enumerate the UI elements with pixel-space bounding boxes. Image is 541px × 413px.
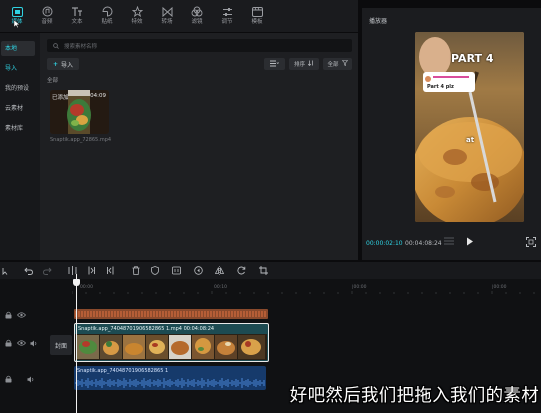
total-time: 00:04:08:24 — [405, 240, 442, 247]
mouse-cursor-icon — [13, 19, 21, 30]
search-placeholder: 搜索素材名称 — [64, 43, 98, 50]
fullscreen-icon[interactable] — [526, 237, 536, 247]
tool-transition[interactable]: 转场 — [152, 1, 182, 31]
tool-filter[interactable]: 滤镜 — [182, 1, 212, 31]
player-panel: 播放器 PART 4 Part 4 plz at 00:00:02:10 00:… — [362, 8, 541, 260]
transition-icon — [161, 6, 173, 17]
ruler-tick-label: 00:00 — [80, 285, 93, 290]
added-badge: 已添加 — [52, 95, 69, 101]
grid-view-icon — [270, 60, 280, 69]
timeline-toolbar — [0, 262, 541, 279]
player-title: 播放器 — [369, 18, 388, 25]
funnel-icon — [341, 60, 348, 68]
ruler-ticks — [72, 291, 535, 294]
template-icon — [251, 6, 263, 18]
effect-clip-fill — [74, 309, 268, 319]
nav-item-asset-library[interactable]: 素材库 — [1, 121, 35, 136]
plus-icon: + — [52, 60, 58, 68]
speaker-icon[interactable] — [29, 338, 39, 348]
video-overlay-comment: Part 4 plz — [427, 84, 454, 90]
video-preview[interactable]: PART 4 Part 4 plz at — [415, 32, 524, 222]
sort-button[interactable]: 排序 — [289, 58, 319, 70]
media-duration: 04:09 — [90, 93, 106, 99]
tool-audio[interactable]: 音频 — [32, 1, 62, 31]
text-icon — [71, 6, 83, 17]
media-filename: Snaptik.app_72865.mp4 — [50, 137, 112, 143]
media-icon — [11, 6, 23, 17]
ruler-tick-label: |00:00 — [492, 285, 507, 290]
tool-sticker[interactable]: 贴纸 — [92, 1, 122, 31]
video-overlay-title: PART 4 — [451, 52, 494, 65]
current-time: 00:00:02:10 — [366, 240, 403, 247]
lock-icon[interactable] — [3, 338, 13, 348]
trim-left-icon[interactable] — [86, 265, 97, 276]
video-subtitle-overlay: 好吧然后我们把拖入我们的素材 — [289, 386, 539, 406]
audio-icon — [41, 6, 53, 17]
track-header-effects — [0, 309, 48, 321]
media-toolbar: 媒体 音频 文本 贴纸 特效 转场 滤镜 调节 模板 — [0, 0, 358, 32]
freeze-frame-icon[interactable] — [171, 265, 182, 276]
media-source-nav: 本地 导入 我的预设 云素材 素材库 — [0, 33, 40, 260]
video-caption: at — [466, 136, 475, 144]
tool-text[interactable]: 文本 — [62, 1, 92, 31]
mirror-icon[interactable] — [214, 265, 225, 276]
rotate-icon[interactable] — [236, 265, 247, 276]
effects-icon — [131, 6, 143, 18]
sort-icon — [307, 60, 314, 68]
ruler-tick-label: 00:10 — [214, 285, 227, 290]
reverse-icon[interactable] — [193, 265, 204, 276]
sticker-icon — [101, 6, 113, 17]
media-panel: 搜索素材名称 + 导入 排序 全部 全部 已添加 04:09 Snaptik.a… — [40, 33, 358, 260]
filter-button[interactable]: 全部 — [323, 58, 352, 70]
audio-clip-label: Snaptik.app_74048701906582865 1 — [77, 368, 169, 374]
tool-effects[interactable]: 特效 — [122, 1, 152, 31]
import-button[interactable]: + 导入 — [47, 58, 79, 70]
time-ruler[interactable]: 00:00 00:10 |00:00 |00:00 — [72, 279, 541, 294]
media-search-input[interactable]: 搜索素材名称 — [47, 39, 352, 52]
timeline-view-icon[interactable] — [444, 237, 454, 245]
adjust-icon — [221, 6, 233, 17]
undo-icon[interactable] — [23, 265, 34, 276]
nav-item-cloud-assets[interactable]: 云素材 — [1, 101, 35, 116]
select-tool-icon[interactable] — [0, 265, 11, 276]
crop-icon[interactable] — [258, 265, 269, 276]
delete-icon[interactable] — [130, 265, 141, 276]
nav-item-local[interactable]: 本地 — [1, 41, 35, 56]
eye-icon[interactable] — [16, 310, 26, 320]
video-clip[interactable]: Snaptik.app_74048701906582865 1.mp4 00:0… — [74, 323, 269, 362]
cover-button[interactable]: 封面 — [50, 335, 72, 355]
play-button[interactable] — [466, 237, 474, 246]
tool-template[interactable]: 模板 — [242, 1, 272, 31]
media-thumbnail[interactable]: 已添加 04:09 — [50, 90, 109, 134]
shield-icon[interactable] — [149, 265, 160, 276]
filter-icon — [191, 6, 203, 17]
tool-adjust[interactable]: 调节 — [212, 1, 242, 31]
effect-clip[interactable] — [74, 309, 268, 319]
redo-icon[interactable] — [42, 265, 53, 276]
section-label-all: 全部 — [47, 78, 59, 84]
nav-item-import[interactable]: 导入 — [1, 61, 35, 76]
track-header-video — [0, 337, 48, 349]
view-mode-button[interactable] — [264, 58, 285, 70]
ruler-tick-label: |00:00 — [352, 285, 367, 290]
video-clip-label: Snaptik.app_74048701906582865 1.mp4 00:0… — [78, 326, 215, 332]
trim-right-icon[interactable] — [105, 265, 116, 276]
nav-item-my-presets[interactable]: 我的预设 — [1, 81, 35, 96]
lock-icon[interactable] — [3, 310, 13, 320]
playhead-handle[interactable] — [73, 279, 80, 286]
eye-icon[interactable] — [16, 338, 26, 348]
search-icon — [53, 42, 59, 49]
